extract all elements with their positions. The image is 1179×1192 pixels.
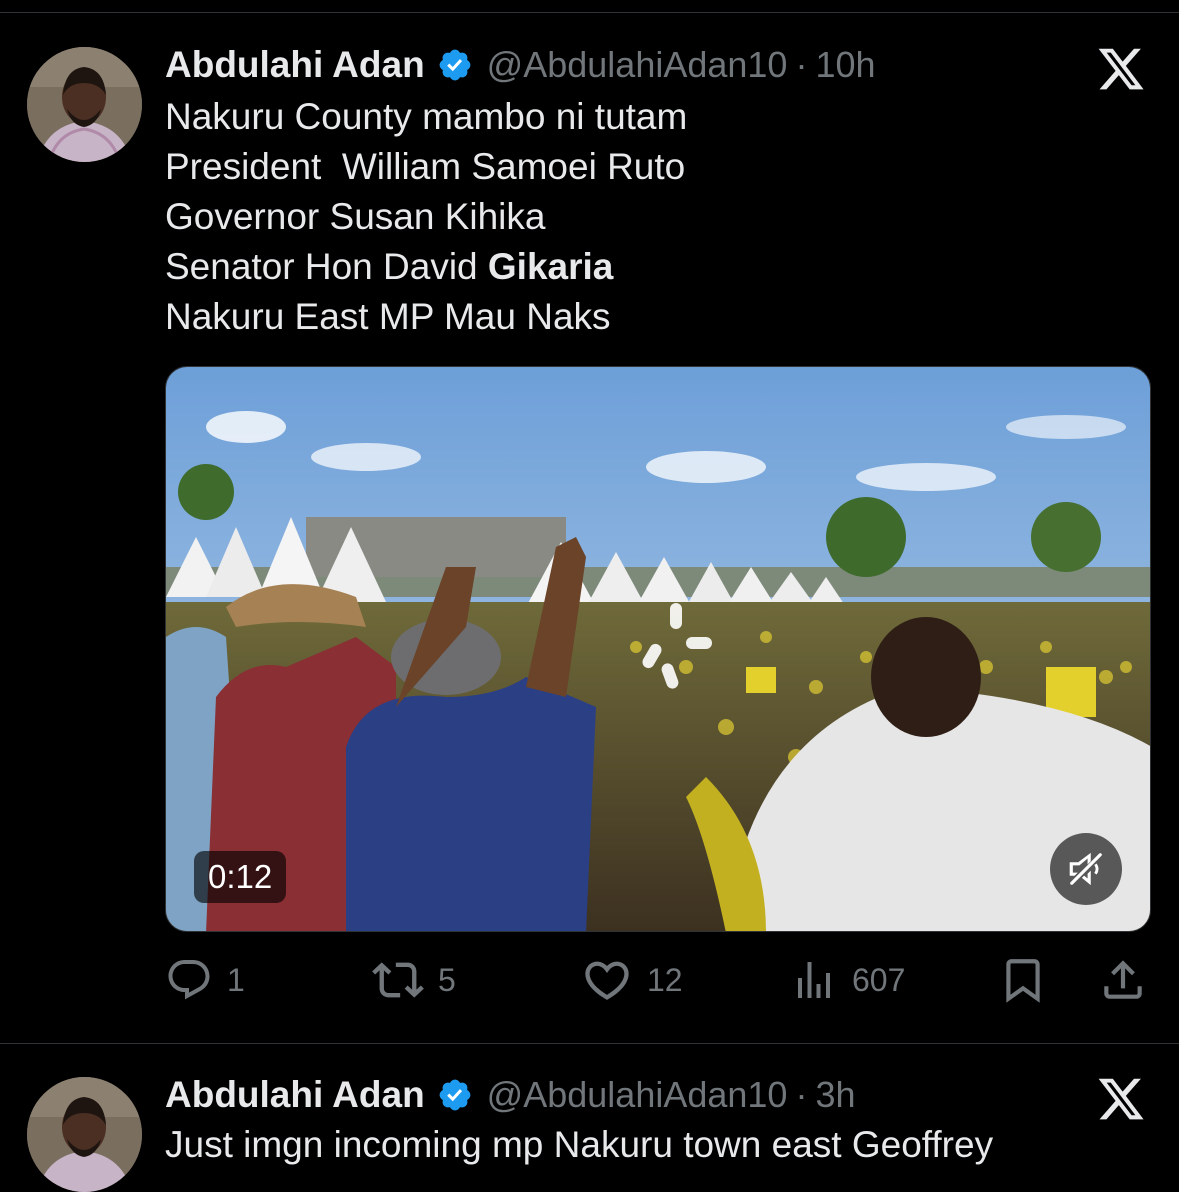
- loading-spinner-icon: [640, 603, 712, 693]
- x-logo-icon: [1096, 44, 1146, 94]
- reply-count: 1: [227, 961, 245, 998]
- repost-count: 5: [438, 961, 456, 998]
- like-button[interactable]: 12: [581, 950, 683, 1010]
- share-button[interactable]: [1098, 950, 1148, 1010]
- repost-icon: [372, 962, 424, 998]
- tweet-card[interactable]: Abdulahi Adan @AbdulahiAdan10 · 3h Just …: [0, 1044, 1179, 1192]
- separator-dot: ·: [795, 44, 808, 85]
- views-icon: [798, 962, 830, 998]
- tweet-text-line: Nakuru East MP Mau Naks: [165, 296, 611, 337]
- tweet-text-line: Senator Hon David Gikaria: [165, 242, 687, 292]
- tweet-text-bold: Gikaria: [487, 246, 614, 287]
- views-button[interactable]: 607: [790, 950, 905, 1010]
- tweet-text-line: Governor Susan Kihika: [165, 196, 546, 237]
- tweet-text-line: Just imgn incoming mp Nakuru town east G…: [165, 1124, 994, 1165]
- tweet-text-fragment: Senator Hon David: [165, 246, 488, 287]
- reply-button[interactable]: 1: [165, 950, 245, 1010]
- bookmark-icon: [1006, 959, 1040, 1003]
- separator-dot: ·: [795, 1074, 808, 1115]
- like-count: 12: [647, 961, 683, 998]
- tweet-text-line: Nakuru County mambo ni tutam: [165, 96, 688, 137]
- mute-icon: [1069, 852, 1102, 886]
- reply-icon: [168, 960, 210, 1000]
- tweet-text: Just imgn incoming mp Nakuru town east G…: [165, 1120, 993, 1170]
- tweet-timestamp[interactable]: 3h: [815, 1074, 855, 1116]
- verified-badge-icon: [437, 1077, 473, 1113]
- repost-button[interactable]: 5: [372, 950, 456, 1010]
- author-handle[interactable]: @AbdulahiAdan10: [487, 44, 788, 86]
- view-count: 607: [852, 961, 906, 998]
- tweet-header: Abdulahi Adan @AbdulahiAdan10 · 10h: [165, 40, 876, 90]
- author-avatar[interactable]: [27, 1077, 142, 1192]
- author-name[interactable]: Abdulahi Adan: [165, 1074, 425, 1116]
- author-handle[interactable]: @AbdulahiAdan10: [487, 1074, 788, 1116]
- x-logo-icon: [1096, 1074, 1146, 1124]
- tweet-card[interactable]: Abdulahi Adan @AbdulahiAdan10 · 10h Naku…: [0, 0, 1179, 1040]
- bookmark-button[interactable]: [998, 950, 1048, 1010]
- verified-badge-icon: [437, 47, 473, 83]
- video-duration-badge: 0:12: [194, 851, 287, 903]
- video-player[interactable]: 0:12: [165, 366, 1151, 932]
- author-avatar[interactable]: [27, 47, 142, 162]
- author-name[interactable]: Abdulahi Adan: [165, 44, 425, 86]
- mute-button[interactable]: [1050, 833, 1122, 905]
- like-icon: [585, 961, 629, 1000]
- tweet-text: Nakuru County mambo ni tutam President W…: [165, 92, 687, 342]
- tweet-timestamp[interactable]: 10h: [815, 44, 875, 86]
- tweet-header: Abdulahi Adan @AbdulahiAdan10 · 3h: [165, 1070, 856, 1120]
- tweet-actions-bar: 1 5 12 607: [0, 950, 1179, 1010]
- share-icon: [1104, 960, 1142, 999]
- tweet-text-line: President William Samoei Ruto: [165, 146, 686, 187]
